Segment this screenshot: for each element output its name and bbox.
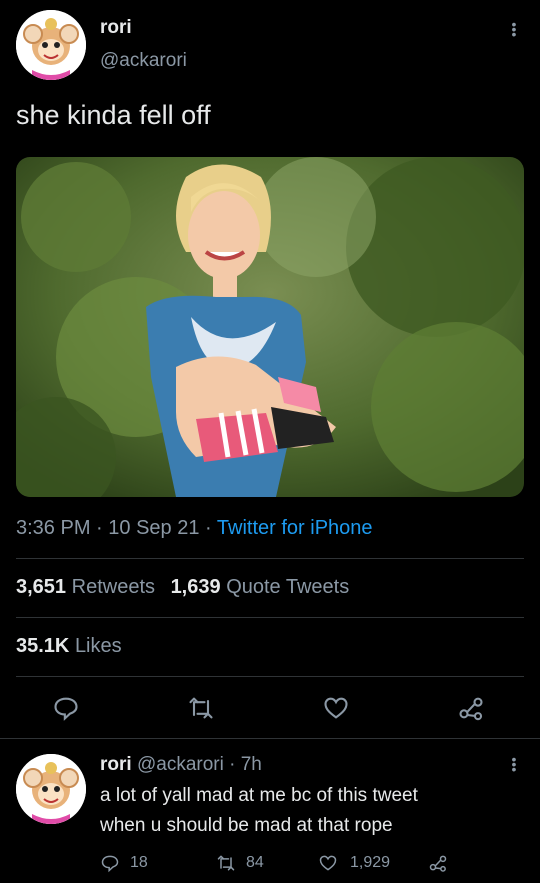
tweet-timestamp[interactable]: 3:36 PM · 10 Sep 21 · Twitter for iPhone (16, 517, 373, 540)
reply-count: 18 (130, 854, 148, 871)
retweets-count: 3,651 (16, 576, 67, 598)
likes-label: Likes (74, 635, 122, 657)
separator: · (96, 517, 103, 539)
reply-age[interactable]: 7h (241, 754, 262, 775)
likes-link[interactable]: 35.1K Likes (16, 635, 122, 658)
divider (16, 558, 524, 559)
tweet-photo[interactable] (16, 157, 524, 497)
share-icon (428, 853, 448, 873)
separator: · (205, 517, 212, 539)
reply-handle[interactable]: @ackarori (137, 754, 224, 775)
display-name[interactable]: rori (100, 17, 132, 39)
reply-avatar[interactable] (16, 754, 86, 824)
reply-retweet-button[interactable]: 84 (216, 852, 264, 874)
tweet-source[interactable]: Twitter for iPhone (217, 517, 373, 539)
retweets-label: Retweets (71, 576, 155, 598)
more-icon[interactable]: • • • (509, 17, 519, 41)
user-handle[interactable]: @ackarori (100, 50, 187, 72)
retweets-link[interactable]: 3,651 Retweets (16, 576, 161, 598)
comment-icon (100, 853, 120, 873)
reply-text-line-2: when u should be mad at that rope (100, 815, 393, 836)
engagement-stats: 3,651 Retweets 1,639 Quote Tweets (16, 576, 349, 599)
reply-display-name[interactable]: rori (100, 754, 132, 775)
retweet-icon (216, 853, 236, 873)
divider (16, 676, 524, 677)
divider (0, 738, 540, 739)
likes-count: 35.1K (16, 635, 70, 657)
reply-more-icon[interactable]: • • • (509, 752, 519, 776)
tweet-time: 3:36 PM (16, 517, 91, 539)
share-icon[interactable] (457, 694, 485, 722)
reply-header: rori @ackarori · 7h (100, 754, 262, 776)
heart-icon (318, 853, 338, 873)
tweet-text: she kinda fell off (16, 100, 211, 130)
heart-icon[interactable] (322, 694, 350, 722)
reply-comment-button[interactable]: 18 (100, 852, 148, 874)
quote-tweets-label: Quote Tweets (226, 576, 350, 598)
avatar[interactable] (16, 10, 86, 80)
reply-share-button[interactable] (428, 852, 448, 874)
tweet-date: 10 Sep 21 (108, 517, 200, 539)
divider (16, 617, 524, 618)
quote-tweets-count: 1,639 (170, 576, 221, 598)
like-count: 1,929 (350, 854, 391, 871)
separator: · (229, 754, 236, 775)
retweet-count: 84 (246, 854, 264, 871)
comment-icon[interactable] (52, 694, 80, 722)
quote-tweets-link[interactable]: 1,639 Quote Tweets (171, 576, 350, 598)
reply-like-button[interactable]: 1,929 (318, 852, 390, 874)
reply-text-line-1: a lot of yall mad at me bc of this tweet (100, 785, 418, 806)
retweet-icon[interactable] (187, 694, 215, 722)
